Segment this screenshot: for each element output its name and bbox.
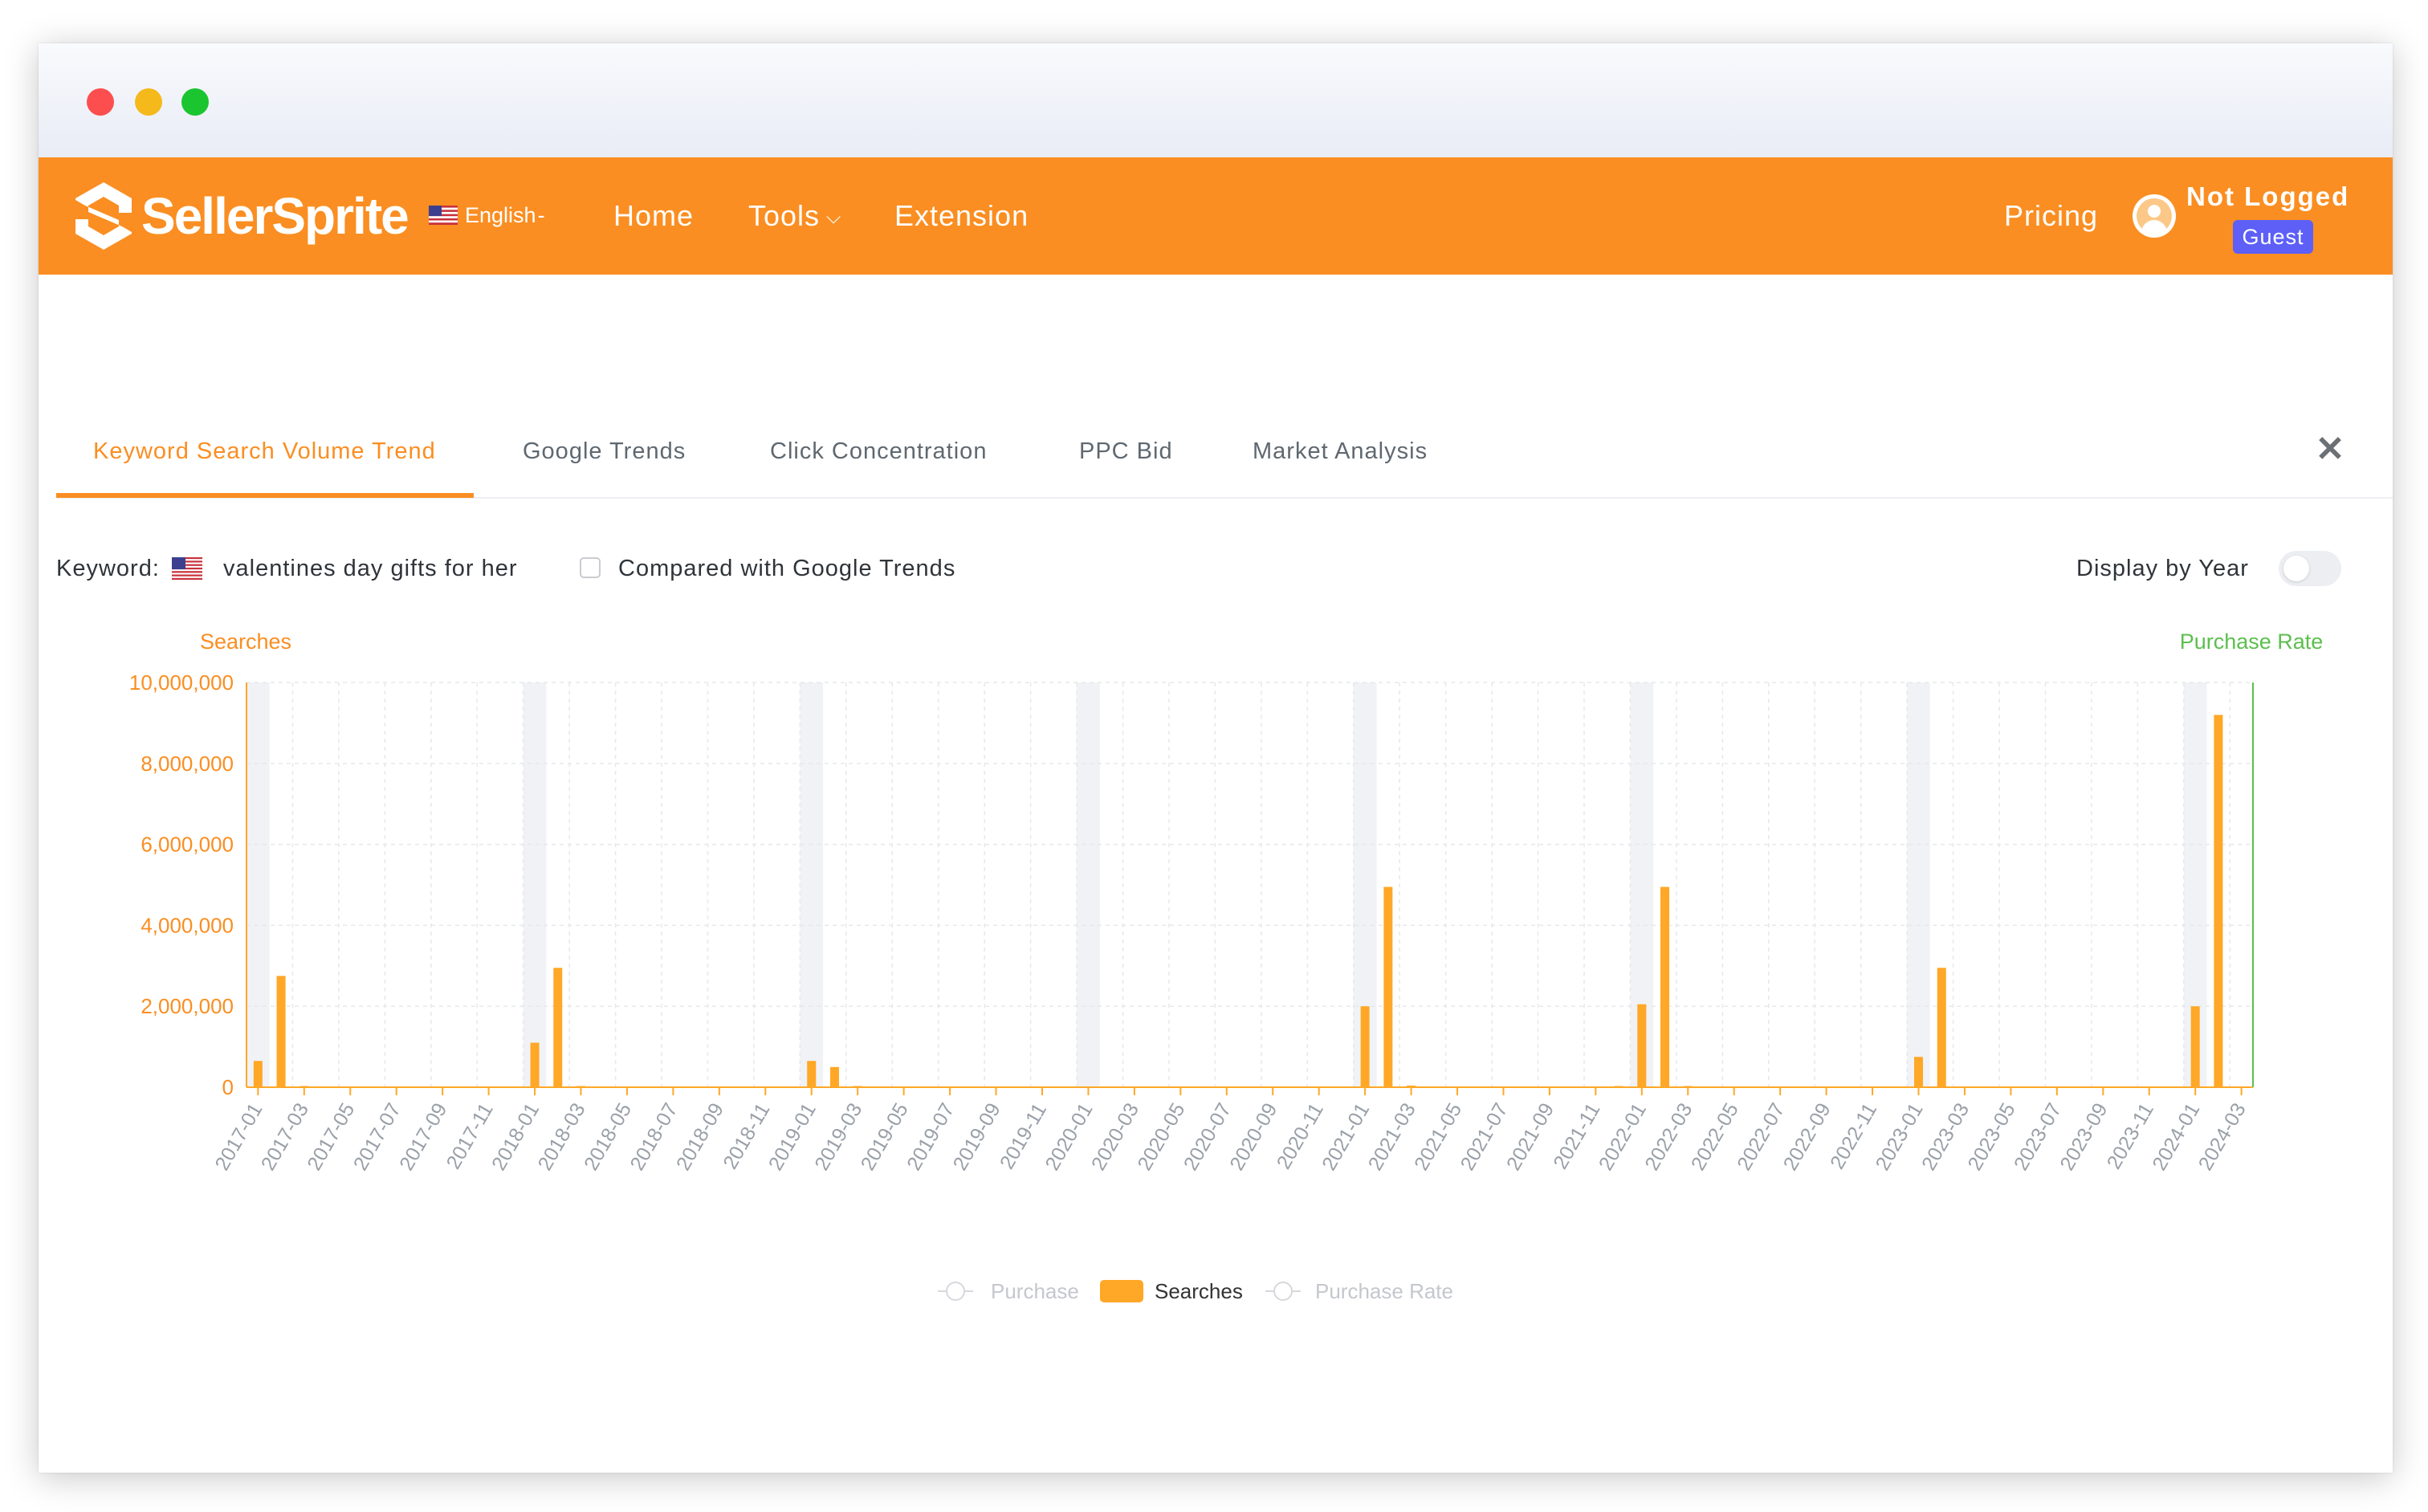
searches-bar <box>1914 1057 1923 1087</box>
searches-bar <box>853 1086 862 1087</box>
searches-bar <box>2214 715 2223 1087</box>
searches-bar <box>553 968 563 1087</box>
searches-bar <box>276 976 286 1087</box>
january-highlight-band <box>1907 683 1930 1087</box>
searches-bar <box>507 1086 516 1088</box>
searches-bar <box>299 1086 309 1087</box>
searches-bar <box>807 1061 817 1087</box>
searches-bar <box>1614 1086 1623 1087</box>
searches-bar <box>1106 1086 1116 1088</box>
searches-bar <box>1660 886 1670 1087</box>
searches-bar <box>1960 1086 1970 1088</box>
y-tick-label: 8,000,000 <box>141 752 234 776</box>
january-highlight-band <box>1077 683 1100 1087</box>
searches-bar <box>1637 1004 1647 1087</box>
searches-bar <box>2190 1006 2200 1087</box>
searches-bar <box>576 1086 585 1087</box>
january-highlight-band <box>523 683 547 1087</box>
searches-bar <box>2167 1086 2177 1088</box>
january-highlight-band <box>800 683 824 1087</box>
searches-bar <box>1407 1085 1416 1087</box>
y-tick-label: 10,000,000 <box>129 670 234 695</box>
searches-bar <box>829 1066 839 1087</box>
searches-bar <box>1429 1086 1439 1088</box>
y-tick-label: 6,000,000 <box>141 833 234 857</box>
legend-purchase-marker <box>946 1282 965 1301</box>
searches-bar <box>1383 886 1393 1087</box>
legend-purchase-label: Purchase <box>991 1279 1079 1303</box>
search-volume-chart: 10,000,000 8,000,000 6,000,000 4,000,000 2,0… <box>129 630 2324 1303</box>
y-tick-label: 2,000,000 <box>141 994 234 1018</box>
searches-bar <box>253 1061 263 1087</box>
searches-bar <box>1683 1086 1693 1087</box>
searches-bar <box>530 1042 540 1087</box>
legend-searches-swatch <box>1100 1280 1143 1302</box>
january-highlight-band <box>246 683 270 1087</box>
left-axis-title: Searches <box>200 630 291 654</box>
y-tick-label: 0 <box>222 1075 234 1099</box>
legend-searches-label: Searches <box>1155 1279 1243 1303</box>
browser-window: SellerSprite English - Home Tools ⌵ Exte… <box>39 43 2393 1473</box>
y-tick-label: 4,000,000 <box>141 913 234 937</box>
screenshot-root: SellerSprite English - Home Tools ⌵ Exte… <box>0 0 2428 1512</box>
legend-purchase-rate-marker <box>1273 1282 1293 1301</box>
searches-bar <box>1937 968 1946 1087</box>
legend-purchase-rate-label: Purchase Rate <box>1315 1279 1453 1303</box>
searches-bar <box>1360 1006 1370 1087</box>
right-axis-title: Purchase Rate <box>2180 630 2324 654</box>
searches-bar <box>1337 1086 1346 1088</box>
searches-bar <box>1706 1086 1716 1088</box>
